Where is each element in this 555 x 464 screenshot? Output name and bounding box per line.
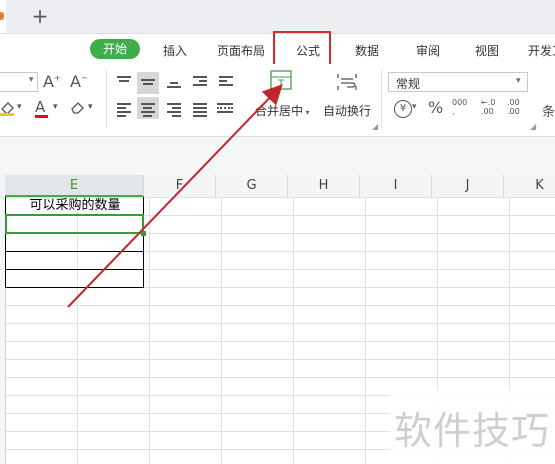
watermark: 软件技巧 (394, 409, 551, 453)
